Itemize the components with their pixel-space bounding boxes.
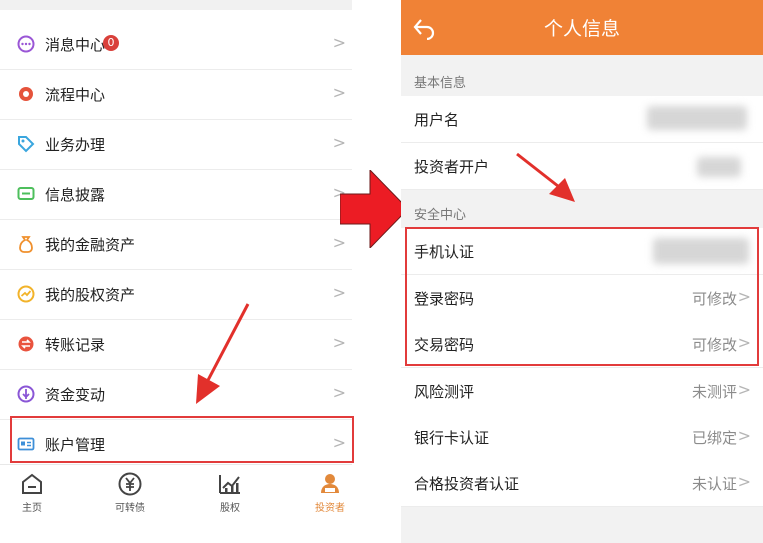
info-screen-icon xyxy=(17,187,35,200)
menu-item-financial-assets[interactable]: 我的金融资产 > xyxy=(0,220,352,270)
row-value: 已绑定 xyxy=(691,429,737,447)
unread-badge: 0 xyxy=(103,35,119,51)
message-icon xyxy=(17,35,35,53)
menu-label: 流程中心 xyxy=(45,86,106,104)
section-title-security-center: 安全中心 xyxy=(414,208,467,223)
account-management-highlight-box xyxy=(10,416,354,463)
menu-label: 资金变动 xyxy=(45,386,106,404)
row-value: 未测评 xyxy=(691,383,737,401)
right-screen: 个人信息 基本信息 用户名 投资者开户 安全中心 手机认证 登录密码 可修改 >… xyxy=(401,0,763,543)
transition-arrow-icon xyxy=(340,170,409,248)
menu-item-message-center[interactable]: 消息中心 0 > xyxy=(0,20,352,70)
menu-list: 消息中心 0 > 流程中心 > 业务办理 > 信息披露 > 我的金融资产 > 我… xyxy=(0,20,352,470)
chevron-right-icon: > xyxy=(332,133,346,152)
bottom-tab-bar: 主页 可转债 股权 投资者 xyxy=(0,464,352,525)
money-bag-icon xyxy=(19,236,33,253)
row-value: 未认证 xyxy=(691,475,737,493)
row-label: 投资者开户 xyxy=(414,158,490,176)
yuan-icon xyxy=(118,472,142,496)
tab-label: 可转债 xyxy=(115,503,145,514)
menu-label: 我的金融资产 xyxy=(45,236,136,254)
chevron-right-icon: > xyxy=(737,380,751,399)
tab-label: 主页 xyxy=(22,503,42,514)
red-pointer-arrow-icon xyxy=(196,303,250,404)
menu-label: 消息中心 xyxy=(45,36,106,54)
fund-change-icon xyxy=(17,385,35,403)
top-gap xyxy=(0,0,352,10)
row-bank-card-verification[interactable]: 银行卡认证 已绑定 > xyxy=(401,414,763,461)
investor-icon xyxy=(321,474,339,493)
tab-label: 股权 xyxy=(220,503,240,514)
redacted-value xyxy=(697,157,741,177)
row-risk-assessment[interactable]: 风险测评 未测评 > xyxy=(401,368,763,415)
left-screen: 消息中心 0 > 流程中心 > 业务办理 > 信息披露 > 我的金融资产 > 我… xyxy=(0,0,354,543)
tab-equity[interactable]: 股权 xyxy=(200,471,260,514)
chevron-right-icon: > xyxy=(332,283,346,302)
chevron-right-icon: > xyxy=(737,426,751,445)
growth-icon xyxy=(17,285,35,303)
chevron-right-icon: > xyxy=(737,472,751,491)
chevron-right-icon: > xyxy=(332,383,346,402)
tab-convertible-bonds[interactable]: 可转债 xyxy=(100,471,160,514)
menu-item-equity-assets[interactable]: 我的股权资产 > xyxy=(0,270,352,320)
menu-item-process-center[interactable]: 流程中心 > xyxy=(0,70,352,120)
process-icon xyxy=(19,87,33,101)
menu-item-business[interactable]: 业务办理 > xyxy=(0,120,352,170)
transfer-icon xyxy=(18,336,34,352)
row-label: 银行卡认证 xyxy=(414,429,490,447)
menu-label: 业务办理 xyxy=(45,136,106,154)
menu-item-transfer-records[interactable]: 转账记录 > xyxy=(0,320,352,370)
menu-label: 转账记录 xyxy=(45,336,106,354)
row-investor-account[interactable]: 投资者开户 xyxy=(401,143,763,190)
page-title: 个人信息 xyxy=(543,18,620,40)
menu-label: 信息披露 xyxy=(45,186,106,204)
row-label: 合格投资者认证 xyxy=(414,475,520,493)
menu-label: 我的股权资产 xyxy=(45,286,136,304)
row-label: 风险测评 xyxy=(414,383,475,401)
chart-icon xyxy=(219,475,240,494)
row-label: 用户名 xyxy=(414,111,460,129)
red-pointer-arrow-icon xyxy=(516,152,575,202)
chevron-right-icon: > xyxy=(332,333,346,352)
tab-label: 投资者 xyxy=(315,503,345,514)
security-center-highlight-box xyxy=(405,227,759,366)
tab-home[interactable]: 主页 xyxy=(2,471,62,514)
header-bar: 个人信息 xyxy=(401,0,763,55)
home-icon xyxy=(22,473,42,494)
chevron-right-icon: > xyxy=(332,33,346,52)
menu-item-disclosure[interactable]: 信息披露 > xyxy=(0,170,352,220)
tag-icon xyxy=(18,136,35,153)
chevron-right-icon: > xyxy=(332,83,346,102)
section-title-basic-info: 基本信息 xyxy=(414,76,467,91)
tab-investor[interactable]: 投资者 xyxy=(300,471,360,514)
row-username[interactable]: 用户名 xyxy=(401,96,763,143)
redacted-value xyxy=(647,106,747,130)
row-qualified-investor[interactable]: 合格投资者认证 未认证 > xyxy=(401,460,763,507)
menu-item-fund-changes[interactable]: 资金变动 > xyxy=(0,370,352,420)
